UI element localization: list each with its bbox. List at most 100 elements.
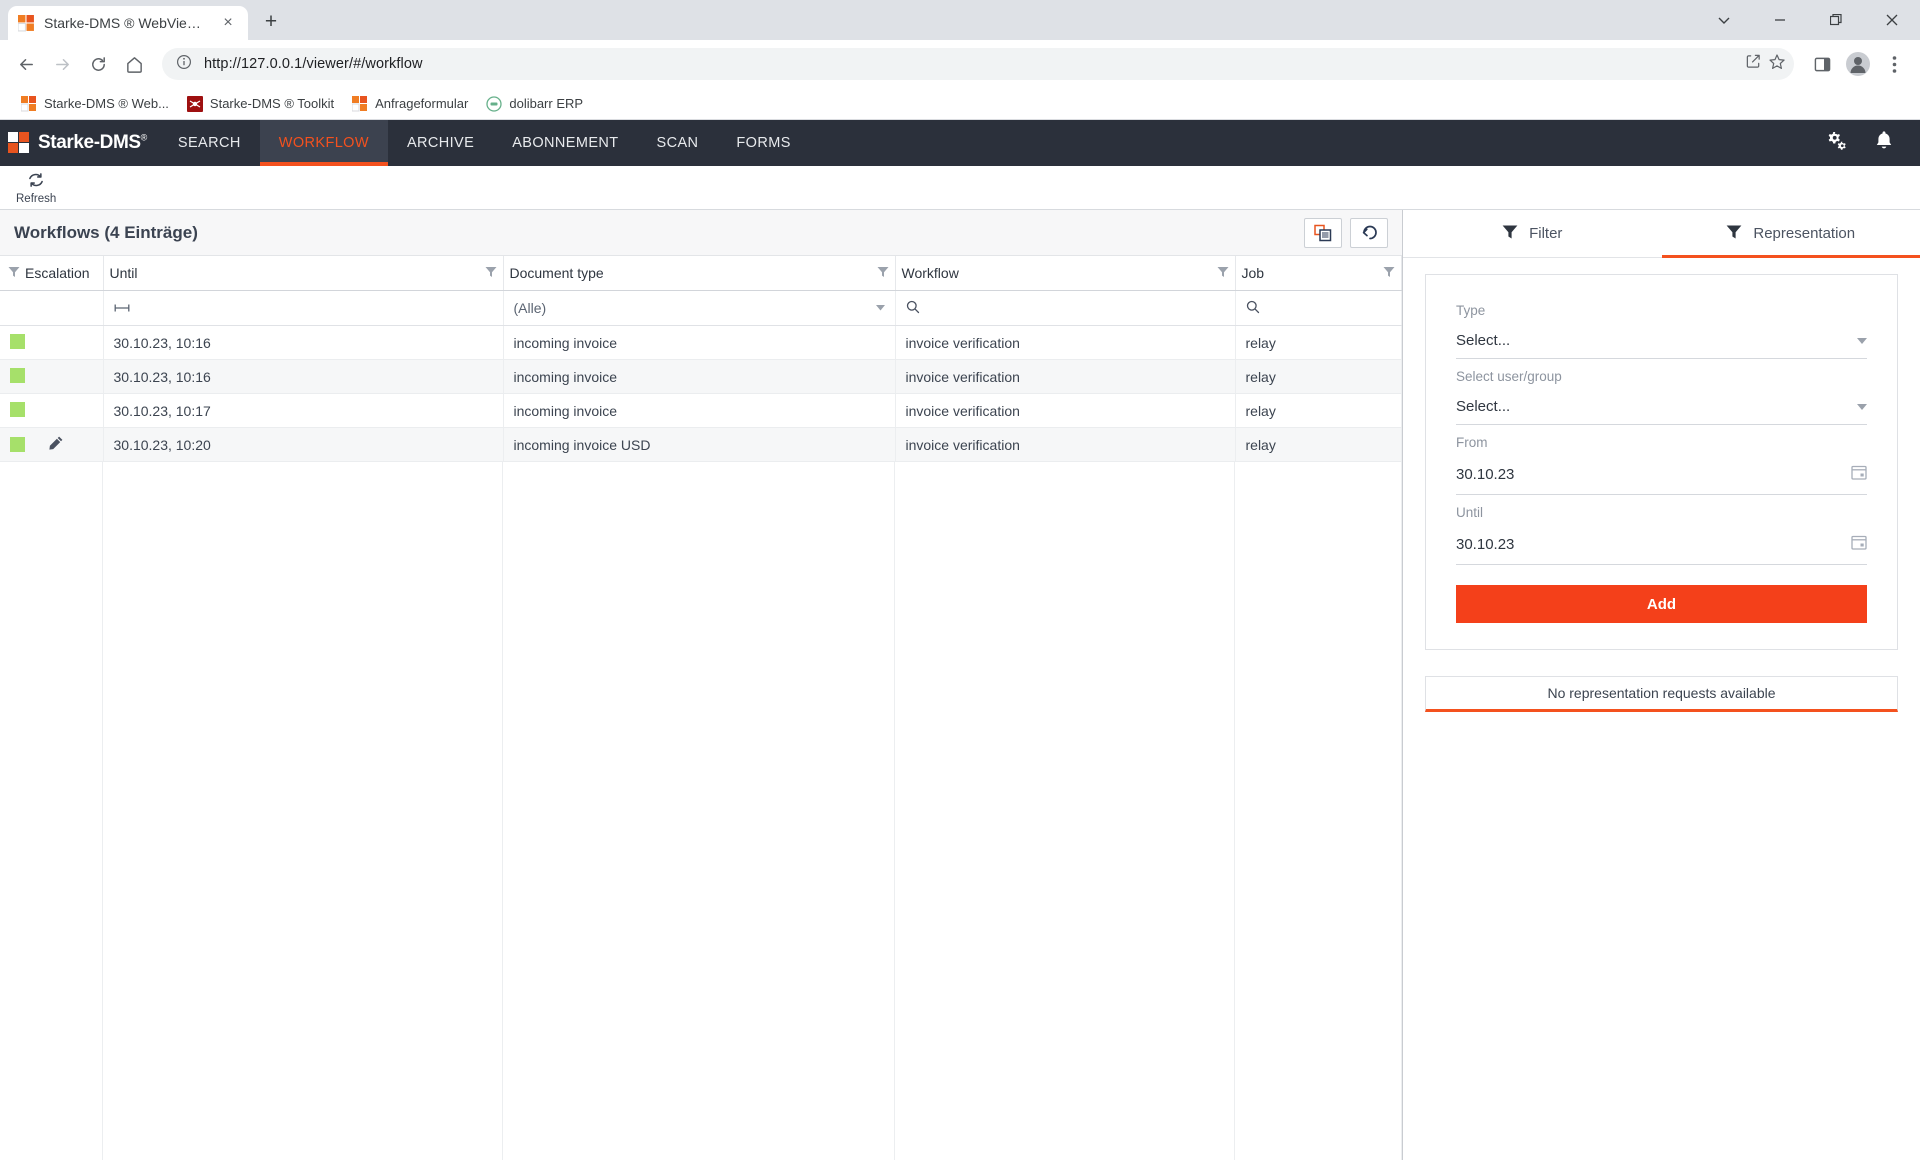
column-header-escalation[interactable]: Escalation (0, 256, 104, 291)
info-circle-icon[interactable] (176, 54, 192, 75)
tab-representation[interactable]: Representation (1661, 210, 1920, 258)
nav-item-forms[interactable]: FORMS (717, 120, 809, 166)
copy-icon[interactable] (1304, 217, 1342, 248)
status-badge (10, 367, 25, 383)
filter-value-document-type: (Alle) (513, 300, 547, 316)
filter-cell-escalation[interactable] (0, 290, 104, 326)
bookmarks-bar: Starke-DMS ® Web... Starke-DMS ® Toolkit… (0, 88, 1920, 120)
bookmark-label: Starke-DMS ® Web... (44, 96, 169, 111)
forward-icon[interactable] (46, 48, 78, 80)
bookmark-item[interactable]: Starke-DMS ® Web... (12, 91, 178, 117)
filter-cell-until[interactable] (103, 290, 504, 326)
starke-dms-favicon-icon (17, 14, 35, 32)
bell-icon[interactable] (1874, 130, 1894, 157)
close-tab-icon[interactable]: × (218, 13, 238, 33)
side-panel: Filter Representation Type Select... Sel… (1403, 210, 1920, 1160)
undo-icon[interactable] (1350, 217, 1388, 248)
cell-job: relay (1235, 427, 1402, 462)
table-row[interactable]: 30.10.23, 10:20 incoming invoice USD inv… (0, 427, 1402, 462)
table-row[interactable]: 30.10.23, 10:16 incoming invoice invoice… (0, 325, 1402, 360)
column-header-workflow[interactable]: Workflow (895, 256, 1236, 291)
nav-item-abonnement[interactable]: ABONNEMENT (493, 120, 637, 166)
gears-icon[interactable] (1826, 130, 1848, 157)
tab-search-icon[interactable] (1696, 0, 1752, 40)
filter-cell-workflow[interactable] (895, 290, 1236, 326)
table-filter-row: (Alle) (0, 290, 1402, 326)
nav-item-search[interactable]: SEARCH (159, 120, 260, 166)
column-label: Until (109, 265, 138, 281)
empty-state-message: No representation requests available (1425, 676, 1898, 712)
column-header-until[interactable]: Until (103, 256, 504, 291)
bookmark-item[interactable]: Anfrageformular (343, 91, 477, 117)
reload-icon[interactable] (82, 48, 114, 80)
chevron-down-icon[interactable] (1857, 403, 1867, 410)
tab-filter[interactable]: Filter (1403, 210, 1662, 257)
from-date-value: 30.10.23 (1456, 466, 1515, 483)
cell-workflow: invoice verification (895, 325, 1236, 360)
type-select[interactable]: Select... (1456, 332, 1867, 359)
side-panel-icon[interactable] (1806, 48, 1838, 80)
nav-item-workflow[interactable]: WORKFLOW (259, 120, 389, 166)
range-filter-icon[interactable] (114, 300, 130, 316)
field-user-group: Select user/group Select... (1456, 369, 1867, 425)
funnel-icon[interactable] (1383, 265, 1395, 281)
calendar-icon[interactable] (1851, 464, 1867, 485)
add-button[interactable]: Add (1456, 585, 1867, 623)
column-header-job[interactable]: Job (1235, 256, 1402, 291)
refresh-button[interactable]: Refresh (8, 169, 64, 207)
share-icon[interactable] (1745, 53, 1762, 75)
nav-item-archive[interactable]: ARCHIVE (388, 120, 493, 166)
minimize-window-icon[interactable] (1752, 0, 1808, 40)
column-label: Job (1241, 265, 1265, 281)
address-bar-actions (1745, 53, 1786, 76)
browser-tab-title: Starke-DMS ® WebViewer (44, 15, 209, 31)
app-navbar-actions (1826, 120, 1920, 166)
nav-item-scan[interactable]: SCAN (638, 120, 718, 166)
app-logo[interactable]: Starke-DMS® (0, 120, 159, 166)
bookmark-item[interactable]: Starke-DMS ® Toolkit (178, 91, 343, 117)
search-icon[interactable] (906, 300, 920, 317)
maximize-window-icon[interactable] (1808, 0, 1864, 40)
grid-header: Workflows (4 Einträge) (0, 210, 1402, 256)
bookmark-item[interactable]: dolibarr ERP (477, 91, 592, 117)
cell-job: relay (1235, 393, 1402, 428)
kebab-menu-icon[interactable] (1878, 48, 1910, 80)
filter-cell-job[interactable] (1235, 290, 1402, 326)
column-label: Document type (509, 265, 604, 281)
user-group-select[interactable]: Select... (1456, 398, 1867, 425)
chevron-down-icon[interactable] (1857, 337, 1867, 344)
status-badge (10, 437, 25, 452)
starke-dms-favicon-icon (20, 95, 37, 112)
table-row[interactable]: 30.10.23, 10:17 incoming invoice invoice… (0, 393, 1402, 428)
funnel-icon[interactable] (8, 265, 20, 281)
cell-workflow: invoice verification (895, 393, 1236, 428)
search-icon[interactable] (1246, 300, 1260, 317)
edit-icon[interactable] (49, 436, 63, 453)
funnel-icon[interactable] (485, 265, 497, 281)
home-icon[interactable] (118, 48, 150, 80)
until-date-input[interactable]: 30.10.23 (1456, 534, 1867, 565)
app-navbar: Starke-DMS® SEARCH WORKFLOW ARCHIVE ABON… (0, 120, 1920, 166)
back-icon[interactable] (10, 48, 42, 80)
bookmark-label: dolibarr ERP (509, 96, 584, 111)
app-logo-text: Starke-DMS® (38, 132, 147, 153)
address-bar[interactable]: http://127.0.0.1/viewer/#/workflow (162, 48, 1794, 80)
window-controls (1696, 0, 1920, 40)
new-tab-button[interactable]: + (254, 5, 288, 39)
table-row[interactable]: 30.10.23, 10:16 incoming invoice invoice… (0, 359, 1402, 394)
cell-escalation (0, 359, 104, 394)
star-icon[interactable] (1768, 53, 1786, 76)
funnel-icon[interactable] (877, 265, 889, 281)
representation-panel-body: Type Select... Select user/group Select.… (1403, 258, 1920, 650)
filter-cell-document-type[interactable]: (Alle) (503, 290, 896, 326)
calendar-icon[interactable] (1851, 534, 1867, 555)
address-bar-url: http://127.0.0.1/viewer/#/workflow (204, 56, 423, 72)
chevron-down-icon[interactable] (875, 303, 885, 314)
profile-avatar-icon[interactable] (1842, 48, 1874, 80)
from-date-input[interactable]: 30.10.23 (1456, 464, 1867, 495)
close-window-icon[interactable] (1864, 0, 1920, 40)
field-from: From 30.10.23 (1456, 435, 1867, 495)
browser-tab[interactable]: Starke-DMS ® WebViewer × (8, 6, 248, 40)
column-header-document-type[interactable]: Document type (503, 256, 896, 291)
funnel-icon[interactable] (1217, 265, 1229, 281)
